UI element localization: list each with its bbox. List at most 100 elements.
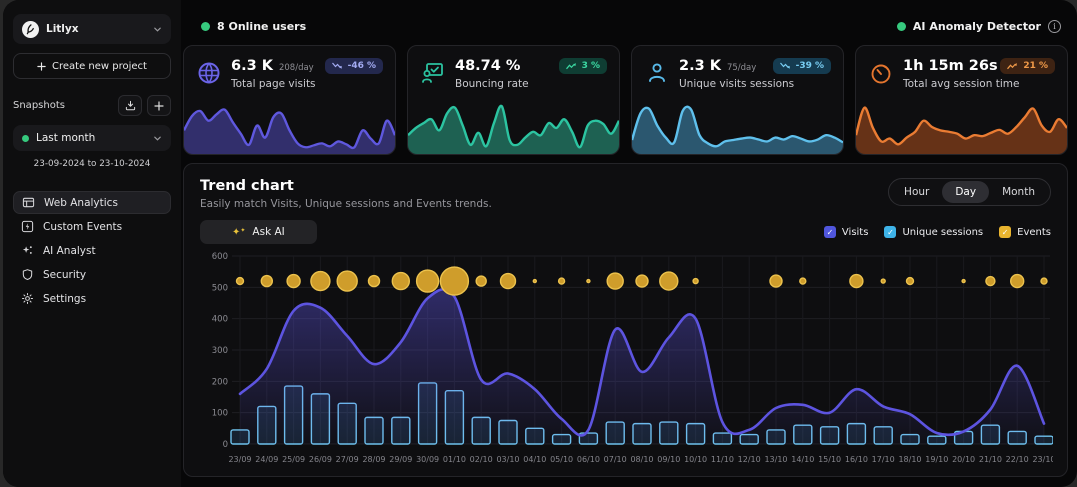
x-tick-label: 05/10 bbox=[550, 455, 573, 464]
trend-down-icon bbox=[332, 62, 343, 70]
sidebar-item-ai-analyst[interactable]: AI Analyst bbox=[13, 239, 171, 262]
bubble-events bbox=[237, 278, 244, 285]
trend-badge: -39 % bbox=[773, 58, 831, 74]
stat-value: 6.3 K bbox=[231, 58, 273, 74]
bubble-events bbox=[440, 267, 468, 295]
legend-visits[interactable]: Visits bbox=[824, 226, 869, 238]
bubble-events bbox=[1041, 278, 1047, 284]
x-tick-label: 26/09 bbox=[309, 455, 332, 464]
x-tick-label: 27/09 bbox=[336, 455, 359, 464]
litlyx-logo-icon bbox=[22, 21, 39, 38]
trend-badge-value: -39 % bbox=[796, 61, 824, 71]
sidebar-nav: Web Analytics Custom Events AI Analyst S… bbox=[13, 191, 171, 310]
bubble-events bbox=[800, 278, 806, 284]
events-checkbox[interactable] bbox=[999, 226, 1011, 238]
plus-icon bbox=[37, 62, 46, 71]
bubble-events bbox=[559, 278, 565, 284]
x-tick-label: 15/10 bbox=[818, 455, 841, 464]
stat-per-day: 75/day bbox=[727, 63, 756, 73]
stat-value: 2.3 K bbox=[679, 58, 721, 74]
y-tick-label: 100 bbox=[212, 409, 228, 419]
x-tick-label: 23/10 bbox=[1032, 455, 1053, 464]
download-snapshot-button[interactable] bbox=[118, 95, 142, 116]
snapshot-period-value: Last month bbox=[36, 132, 146, 144]
bubble-events bbox=[962, 280, 965, 283]
plus-icon bbox=[154, 101, 164, 111]
stat-card-bouncing-rate: 48.74 % Bouncing rate 3 % bbox=[407, 45, 620, 155]
stat-label: Bouncing rate bbox=[455, 78, 607, 90]
x-tick-label: 23/09 bbox=[228, 455, 251, 464]
unique-sessions-checkbox[interactable] bbox=[884, 226, 896, 238]
trend-up-icon bbox=[1007, 62, 1018, 70]
bubble-events bbox=[1011, 275, 1024, 288]
x-tick-label: 03/10 bbox=[496, 455, 519, 464]
sidebar-item-label: Security bbox=[43, 269, 86, 281]
snapshots-row: Snapshots bbox=[13, 95, 171, 116]
trend-chart-area: 010020030040050060023/0924/0925/0926/092… bbox=[200, 252, 1051, 478]
timer-icon bbox=[868, 60, 894, 86]
legend-unique-sessions[interactable]: Unique sessions bbox=[884, 226, 983, 238]
x-tick-label: 04/10 bbox=[523, 455, 546, 464]
create-new-project-button[interactable]: Create new project bbox=[13, 53, 171, 79]
snapshot-period-select[interactable]: Last month bbox=[13, 125, 171, 151]
stat-label: Total page visits bbox=[231, 78, 383, 90]
x-tick-label: 30/09 bbox=[416, 455, 439, 464]
trend-badge: -46 % bbox=[325, 58, 383, 74]
x-tick-label: 10/10 bbox=[684, 455, 707, 464]
stat-value: 48.74 % bbox=[455, 58, 520, 74]
ask-ai-button[interactable]: ✦✦ Ask AI bbox=[200, 220, 317, 244]
sidebar-item-web-analytics[interactable]: Web Analytics bbox=[13, 191, 171, 214]
x-tick-label: 18/10 bbox=[898, 455, 921, 464]
legend-events[interactable]: Events bbox=[999, 226, 1051, 238]
trend-badge-value: 3 % bbox=[582, 61, 600, 71]
bolt-square-icon bbox=[21, 220, 34, 233]
snapshots-label: Snapshots bbox=[13, 100, 113, 111]
sparkles-icon bbox=[21, 244, 34, 257]
sidebar-item-security[interactable]: Security bbox=[13, 263, 171, 286]
online-users-indicator: 8 Online users bbox=[201, 20, 306, 33]
granularity-day-button[interactable]: Day bbox=[942, 181, 989, 203]
granularity-month-button[interactable]: Month bbox=[989, 181, 1048, 203]
bubble-events bbox=[337, 271, 357, 291]
bubble-events bbox=[907, 278, 914, 285]
x-tick-label: 11/10 bbox=[711, 455, 734, 464]
info-icon[interactable]: i bbox=[1048, 20, 1061, 33]
y-tick-label: 500 bbox=[212, 283, 228, 293]
trend-badge-value: 21 % bbox=[1023, 61, 1048, 71]
bubble-events bbox=[881, 279, 885, 283]
trend-badge: 21 % bbox=[1000, 58, 1055, 74]
sidebar: Litlyx Create new project Snapshots Last… bbox=[3, 0, 181, 487]
bubble-events bbox=[850, 275, 863, 288]
x-tick-label: 01/10 bbox=[443, 455, 466, 464]
download-icon bbox=[125, 100, 136, 111]
trend-down-icon bbox=[780, 62, 791, 70]
create-new-project-label: Create new project bbox=[52, 61, 147, 72]
bubble-events bbox=[417, 270, 439, 292]
sidebar-item-label: Custom Events bbox=[43, 221, 122, 233]
active-period-dot bbox=[22, 135, 29, 142]
x-tick-label: 16/10 bbox=[845, 455, 868, 464]
trend-up-icon bbox=[566, 62, 577, 70]
sparkline-session-time bbox=[856, 98, 1067, 154]
x-tick-label: 20/10 bbox=[952, 455, 975, 464]
bubble-events bbox=[287, 275, 300, 288]
sidebar-item-settings[interactable]: Settings bbox=[13, 287, 171, 310]
trend-chart-svg: 010020030040050060023/0924/0925/0926/092… bbox=[200, 252, 1053, 474]
browser-icon bbox=[22, 196, 35, 209]
sidebar-item-custom-events[interactable]: Custom Events bbox=[13, 215, 171, 238]
x-tick-label: 06/10 bbox=[577, 455, 600, 464]
y-tick-label: 0 bbox=[223, 440, 228, 450]
anomaly-detector-label: AI Anomaly Detector bbox=[913, 20, 1041, 33]
bubble-events bbox=[770, 275, 782, 287]
bubble-events bbox=[261, 276, 272, 287]
visits-checkbox[interactable] bbox=[824, 226, 836, 238]
stat-card-total-page-visits: 6.3 K 208/day Total page visits -46 % bbox=[183, 45, 396, 155]
trend-chart-title: Trend chart bbox=[200, 178, 492, 194]
add-snapshot-button[interactable] bbox=[147, 95, 171, 116]
sparkline-bouncing-rate bbox=[408, 98, 619, 154]
ask-ai-label: Ask AI bbox=[252, 226, 284, 238]
granularity-hour-button[interactable]: Hour bbox=[891, 181, 942, 203]
project-selector[interactable]: Litlyx bbox=[13, 14, 171, 44]
anomaly-detector-indicator: AI Anomaly Detector i bbox=[897, 20, 1061, 33]
granularity-toggle: Hour Day Month bbox=[888, 178, 1051, 206]
